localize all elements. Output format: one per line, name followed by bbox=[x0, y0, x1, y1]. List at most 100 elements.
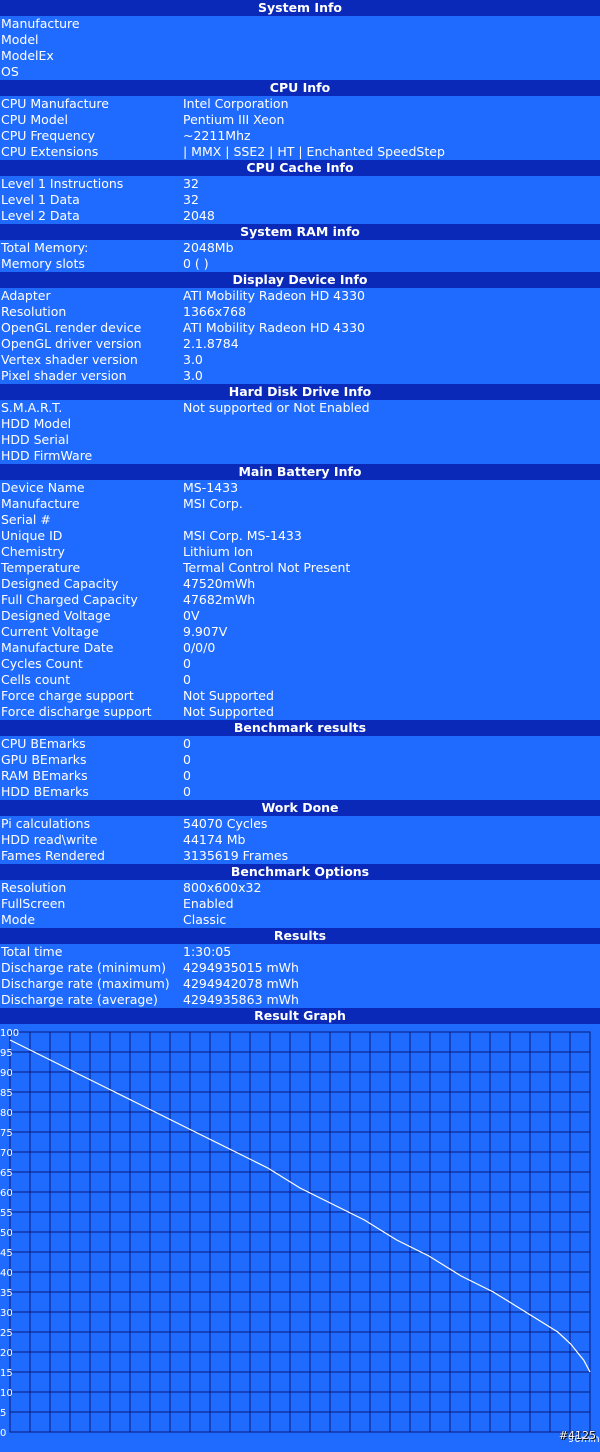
y-tick-label: 15 bbox=[0, 1368, 13, 1379]
info-label: CPU Extensions bbox=[1, 144, 99, 159]
info-label: Manufacture bbox=[1, 16, 80, 31]
info-row: GPU BEmarks 0 bbox=[0, 752, 600, 768]
info-row: Current Voltage 9.907V bbox=[0, 624, 600, 640]
y-tick-label: 30 bbox=[0, 1308, 13, 1319]
info-label: S.M.A.R.T. bbox=[1, 400, 63, 415]
info-row: Temperature Termal Control Not Present bbox=[0, 560, 600, 576]
info-value: | MMX | SSE2 | HT | Enchanted SpeedStep bbox=[183, 144, 445, 159]
info-value: ~2211Mhz bbox=[183, 128, 251, 143]
info-value: 2048 bbox=[183, 208, 215, 223]
info-value: 54070 Cycles bbox=[183, 816, 268, 831]
info-row: Level 1 Instructions 32 bbox=[0, 176, 600, 192]
info-label: Vertex shader version bbox=[1, 352, 138, 367]
info-row: OpenGL render device ATI Mobility Radeon … bbox=[0, 320, 600, 336]
y-tick-label: 5 bbox=[0, 1408, 6, 1419]
info-value: 0 bbox=[183, 736, 191, 751]
info-label: Mode bbox=[1, 912, 36, 927]
info-label: Cells count bbox=[1, 672, 71, 687]
info-value: Intel Corporation bbox=[183, 96, 289, 111]
y-tick-label: 80 bbox=[0, 1108, 13, 1119]
info-row: HDD BEmarks 0 bbox=[0, 784, 600, 800]
info-label: Total time bbox=[1, 944, 63, 959]
info-value: MSI Corp. MS-1433 bbox=[183, 528, 302, 543]
section-header: CPU Cache Info bbox=[0, 160, 600, 176]
info-value: ATI Mobility Radeon HD 4330 bbox=[183, 320, 365, 335]
info-label: FullScreen bbox=[1, 896, 66, 911]
watermark: #4125 bbox=[558, 1429, 596, 1442]
info-row: Resolution 800x600x32 bbox=[0, 880, 600, 896]
y-tick-label: 75 bbox=[0, 1128, 13, 1139]
info-row: Full Charged Capacity 47682mWh bbox=[0, 592, 600, 608]
y-tick-label: 65 bbox=[0, 1168, 13, 1179]
info-value: 32 bbox=[183, 176, 199, 191]
info-sections: System Info Manufacture Model ModelEx OS CPU … bbox=[0, 0, 600, 1008]
info-label: Discharge rate (maximum) bbox=[1, 976, 170, 991]
y-tick-label: 40 bbox=[0, 1268, 13, 1279]
info-row: Total time 1:30:05 bbox=[0, 944, 600, 960]
info-row: Force charge support Not Supported bbox=[0, 688, 600, 704]
info-row: Resolution 1366x768 bbox=[0, 304, 600, 320]
info-value: 3.0 bbox=[183, 368, 203, 383]
info-row: Fames Rendered 3135619 Frames bbox=[0, 848, 600, 864]
info-label: Level 2 Data bbox=[1, 208, 80, 223]
section-header: Display Device Info bbox=[0, 272, 600, 288]
info-label: Model bbox=[1, 32, 39, 47]
info-value: Lithium Ion bbox=[183, 544, 254, 559]
info-label: Pixel shader version bbox=[1, 368, 127, 383]
info-row: CPU Frequency ~2211Mhz bbox=[0, 128, 600, 144]
info-value: Termal Control Not Present bbox=[183, 560, 351, 575]
info-row: HDD FirmWare bbox=[0, 448, 600, 464]
section-header: Benchmark results bbox=[0, 720, 600, 736]
info-value: 4294935863 mWh bbox=[183, 992, 299, 1007]
info-label: HDD Model bbox=[1, 416, 72, 431]
info-row: Manufacture Date 0/0/0 bbox=[0, 640, 600, 656]
info-label: OpenGL driver version bbox=[1, 336, 142, 351]
info-row: HDD Serial bbox=[0, 432, 600, 448]
info-row: CPU Extensions | MMX | SSE2 | HT | Enchan… bbox=[0, 144, 600, 160]
y-tick-label: 20 bbox=[0, 1348, 13, 1359]
info-label: HDD BEmarks bbox=[1, 784, 89, 799]
info-label: HDD read\write bbox=[1, 832, 98, 847]
info-row: S.M.A.R.T. Not supported or Not Enabled bbox=[0, 400, 600, 416]
info-label: CPU BEmarks bbox=[1, 736, 86, 751]
info-row: Discharge rate (maximum) 4294942078 mWh bbox=[0, 976, 600, 992]
info-label: Cycles Count bbox=[1, 656, 83, 671]
info-value: Pentium III Xeon bbox=[183, 112, 285, 127]
info-value: 0 bbox=[183, 672, 191, 687]
info-label: Adapter bbox=[1, 288, 51, 303]
info-row: Cells count 0 bbox=[0, 672, 600, 688]
info-value: 47520mWh bbox=[183, 576, 256, 591]
result-graph: 100 95 90 85 80 75 70 65 60 55 50 45 40 35 30 25 20 15 10 5… bbox=[0, 1024, 600, 1444]
info-row: Unique ID MSI Corp. MS-1433 bbox=[0, 528, 600, 544]
info-value: MS-1433 bbox=[183, 480, 239, 495]
info-row: Level 2 Data 2048 bbox=[0, 208, 600, 224]
info-row: Designed Voltage 0V bbox=[0, 608, 600, 624]
y-tick-label: 25 bbox=[0, 1328, 13, 1339]
info-row: Level 1 Data 32 bbox=[0, 192, 600, 208]
info-label: Unique ID bbox=[1, 528, 63, 543]
info-row: Manufacture bbox=[0, 16, 600, 32]
section-header: Main Battery Info bbox=[0, 464, 600, 480]
info-value: 4294942078 mWh bbox=[183, 976, 299, 991]
info-value: 32 bbox=[183, 192, 199, 207]
info-value: 47682mWh bbox=[183, 592, 256, 607]
info-value: 0 bbox=[183, 752, 191, 767]
info-value: 0 ( ) bbox=[183, 256, 209, 271]
info-label: Force discharge support bbox=[1, 704, 152, 719]
info-label: Manufacture bbox=[1, 496, 80, 511]
info-row: Adapter ATI Mobility Radeon HD 4330 bbox=[0, 288, 600, 304]
info-value: 0 bbox=[183, 768, 191, 783]
info-label: Current Voltage bbox=[1, 624, 99, 639]
info-label: Discharge rate (minimum) bbox=[1, 960, 167, 975]
info-value: 3.0 bbox=[183, 352, 203, 367]
info-value: MSI Corp. bbox=[183, 496, 243, 511]
info-row: Cycles Count 0 bbox=[0, 656, 600, 672]
section-header: Hard Disk Drive Info bbox=[0, 384, 600, 400]
info-label: OpenGL render device bbox=[1, 320, 142, 335]
info-row: HDD read\write 44174 Mb bbox=[0, 832, 600, 848]
info-value: 2048Mb bbox=[183, 240, 234, 255]
info-value: 4294935015 mWh bbox=[183, 960, 299, 975]
info-label: Temperature bbox=[1, 560, 81, 575]
info-label: Serial # bbox=[1, 512, 51, 527]
info-value: 0 bbox=[183, 656, 191, 671]
